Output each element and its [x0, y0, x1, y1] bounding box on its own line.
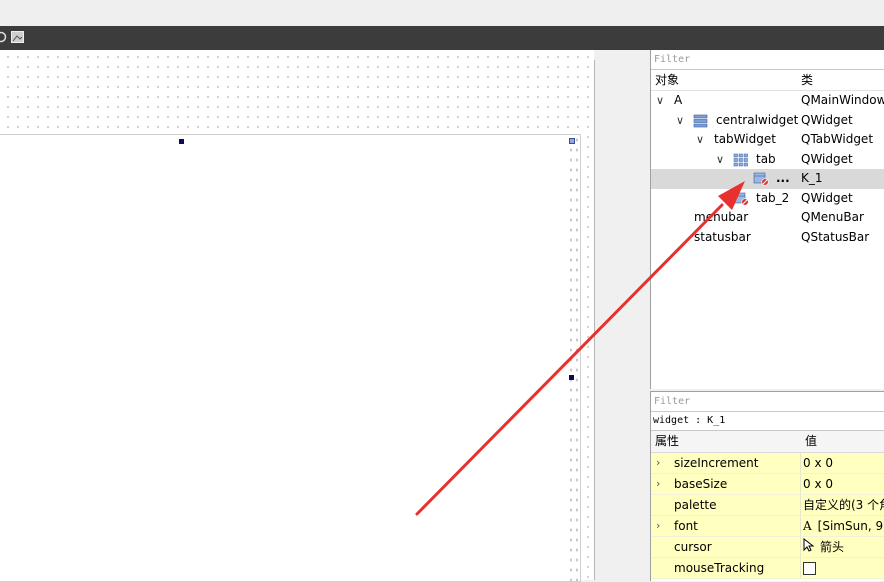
- cursor-value-text: 箭头: [820, 540, 845, 554]
- property-name: cursor: [674, 540, 712, 554]
- tree-row-tabwidget[interactable]: ∨ tabWidget QTabWidget: [651, 130, 884, 150]
- widget-tool-icon[interactable]: [0, 31, 8, 44]
- tree-item-class: QWidget: [801, 112, 853, 127]
- tree-row-menubar[interactable]: menubar QMenuBar: [651, 208, 884, 228]
- panel-splitter[interactable]: [594, 50, 650, 580]
- tree-row-statusbar[interactable]: statusbar QStatusBar: [651, 228, 884, 248]
- expand-chevron-icon[interactable]: ›: [656, 516, 660, 536]
- property-column-header[interactable]: 属性: [655, 431, 679, 452]
- column-divider: [800, 537, 801, 557]
- property-row-palette[interactable]: palette 自定义的(3 个角: [651, 495, 884, 516]
- property-filter-input[interactable]: Filter: [651, 392, 884, 412]
- property-value-cursor[interactable]: 箭头: [803, 537, 844, 558]
- tree-row-a[interactable]: ∨ A QMainWindow: [651, 91, 884, 111]
- tree-item-class: QMenuBar: [801, 210, 864, 224]
- resize-handle-top-right[interactable]: [569, 138, 575, 144]
- property-name: baseSize: [674, 477, 728, 491]
- tree-item-class: QTabWidget: [801, 132, 874, 146]
- property-name: font: [674, 519, 698, 533]
- tree-item-name: ...: [776, 171, 790, 185]
- collapse-chevron-icon[interactable]: ∨: [675, 111, 685, 131]
- property-editor-title: widget : K_1: [651, 412, 884, 431]
- tree-item-class: QWidget: [801, 190, 853, 205]
- column-divider: [800, 453, 801, 473]
- object-column-header[interactable]: 对象: [655, 70, 679, 90]
- collapse-chevron-icon[interactable]: ∨: [695, 130, 705, 150]
- column-divider: [800, 558, 801, 578]
- form-editor-canvas[interactable]: [0, 50, 594, 582]
- resize-handle-right[interactable]: [569, 375, 574, 380]
- collapse-chevron-icon[interactable]: ∨: [715, 150, 725, 170]
- tree-item-class: QMainWindow: [801, 93, 884, 107]
- tree-row-tab[interactable]: ∨ tab QWidget: [651, 150, 884, 170]
- object-filter-input[interactable]: Filter: [651, 50, 884, 70]
- tree-item-name: A: [674, 93, 683, 107]
- image-tool-icon[interactable]: [11, 31, 24, 44]
- property-row-cursor[interactable]: cursor 箭头: [651, 537, 884, 558]
- class-column-header[interactable]: 类: [801, 70, 813, 90]
- tree-item-class: K_1: [801, 171, 823, 185]
- tree-row-k1-selected[interactable]: ... K_1: [651, 169, 884, 189]
- expand-chevron-icon[interactable]: ›: [656, 453, 660, 473]
- tree-item-name: menubar: [694, 210, 749, 224]
- property-row-sizeincrement[interactable]: › sizeIncrement 0 x 0: [651, 453, 884, 474]
- property-value[interactable]: [803, 558, 816, 578]
- column-divider: [800, 516, 801, 536]
- property-row-font[interactable]: › font A [SimSun, 9: [651, 516, 884, 537]
- splitter-line: [594, 60, 595, 580]
- property-table-header: 属性 值: [651, 431, 884, 453]
- widget-broken-layout-icon: [753, 172, 769, 186]
- cursor-arrow-icon: [803, 537, 815, 558]
- collapse-chevron-icon[interactable]: ∨: [655, 91, 665, 111]
- vertical-layout-icon: [693, 114, 709, 128]
- expand-chevron-icon[interactable]: ›: [656, 474, 660, 494]
- widget-broken-layout-icon: [733, 192, 749, 206]
- tree-item-name: tab_2: [756, 190, 790, 205]
- column-divider: [800, 474, 801, 494]
- property-value[interactable]: 自定义的(3 个角: [803, 495, 884, 515]
- tree-item-class: QWidget: [801, 151, 853, 166]
- object-tree-header: 对象 类: [651, 70, 884, 91]
- column-divider: [800, 495, 801, 515]
- font-value-text: [SimSun, 9: [817, 519, 884, 533]
- tree-row-tab2[interactable]: tab_2 QWidget: [651, 189, 884, 209]
- tree-item-name: tabWidget: [714, 132, 776, 146]
- resize-handle-top[interactable]: [179, 139, 184, 144]
- tree-item-name: centralwidget: [716, 112, 799, 127]
- font-icon: A: [803, 519, 812, 533]
- designer-toolbar: [0, 26, 884, 50]
- main-window-form[interactable]: [0, 134, 581, 582]
- property-value[interactable]: 0 x 0: [803, 474, 833, 494]
- form-grid-strip: [568, 135, 580, 581]
- object-inspector: Filter 对象 类 ∨ A QMainWindow ∨ centralwid…: [650, 50, 884, 389]
- property-name: mouseTracking: [674, 561, 765, 575]
- value-column-header[interactable]: 值: [805, 431, 817, 452]
- property-value[interactable]: 0 x 0: [803, 453, 833, 473]
- tree-item-name: statusbar: [694, 229, 751, 244]
- property-value-font[interactable]: A [SimSun, 9: [803, 516, 883, 536]
- property-row-basesize[interactable]: › baseSize 0 x 0: [651, 474, 884, 495]
- property-name: sizeIncrement: [674, 456, 759, 470]
- mousetracking-checkbox[interactable]: [803, 562, 816, 575]
- property-row-mousetracking[interactable]: mouseTracking: [651, 558, 884, 579]
- title-bar: [0, 0, 884, 26]
- property-name: palette: [674, 498, 717, 512]
- tree-row-centralwidget[interactable]: ∨ centralwidget QWidget: [651, 111, 884, 131]
- tree-item-name: tab: [756, 151, 776, 166]
- tree-item-class: QStatusBar: [801, 229, 870, 244]
- grid-layout-icon: [733, 153, 749, 167]
- property-editor: Filter widget : K_1 属性 值 › sizeIncrement…: [650, 391, 884, 581]
